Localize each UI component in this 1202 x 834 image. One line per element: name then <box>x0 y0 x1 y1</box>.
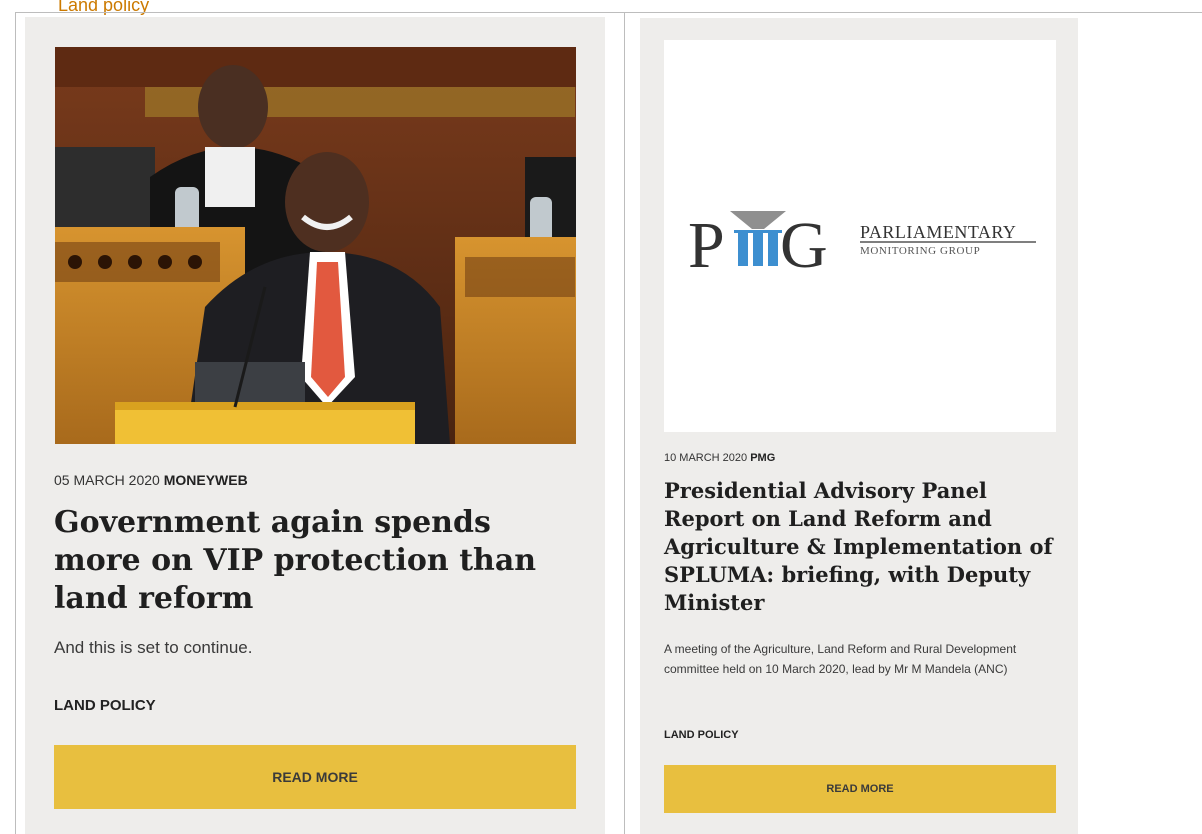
article-excerpt: A meeting of the Agriculture, Land Refor… <box>664 642 1017 676</box>
article-date: 05 MARCH 2020 <box>54 472 160 488</box>
column-divider-middle <box>624 12 625 834</box>
article-source: MONEYWEB <box>163 472 248 488</box>
parliament-photo-illustration <box>55 47 576 444</box>
article-excerpt: And this is set to continue. <box>54 638 253 657</box>
article-source: PMG <box>750 452 776 464</box>
news-card: 05 MARCH 2020 MONEYWEB Government again … <box>25 17 605 834</box>
article-meta: 10 MARCH 2020 PMG <box>664 452 775 464</box>
article-tag[interactable]: LAND POLICY <box>54 697 156 714</box>
article-logo-image[interactable]: P G PARLIAMENTARY MONITORING GROUP <box>664 40 1056 432</box>
svg-text:G: G <box>780 209 828 282</box>
news-card: P G PARLIAMENTARY MONITORING GROUP 10 MA… <box>640 18 1078 834</box>
top-divider <box>15 12 1202 13</box>
article-tag[interactable]: LAND POLICY <box>664 729 739 741</box>
logo-line-1: PARLIAMENTARY <box>860 222 1016 242</box>
logo-line-2: MONITORING GROUP <box>860 245 980 257</box>
article-title[interactable]: Government again spends more on VIP prot… <box>54 504 554 618</box>
article-date: 10 MARCH 2020 <box>664 452 748 464</box>
column-divider-left <box>15 12 16 834</box>
pmg-logo-icon: P G PARLIAMENTARY MONITORING GROUP <box>688 209 1036 282</box>
article-title[interactable]: Presidential Advisory Panel Report on La… <box>664 477 1059 617</box>
article-photo[interactable] <box>55 47 576 444</box>
page-header-label: Land policy <box>58 0 150 15</box>
read-more-button[interactable]: READ MORE <box>54 745 576 809</box>
svg-text:P: P <box>688 209 725 282</box>
read-more-button[interactable]: READ MORE <box>664 765 1056 813</box>
article-meta: 05 MARCH 2020 MONEYWEB <box>54 472 248 488</box>
